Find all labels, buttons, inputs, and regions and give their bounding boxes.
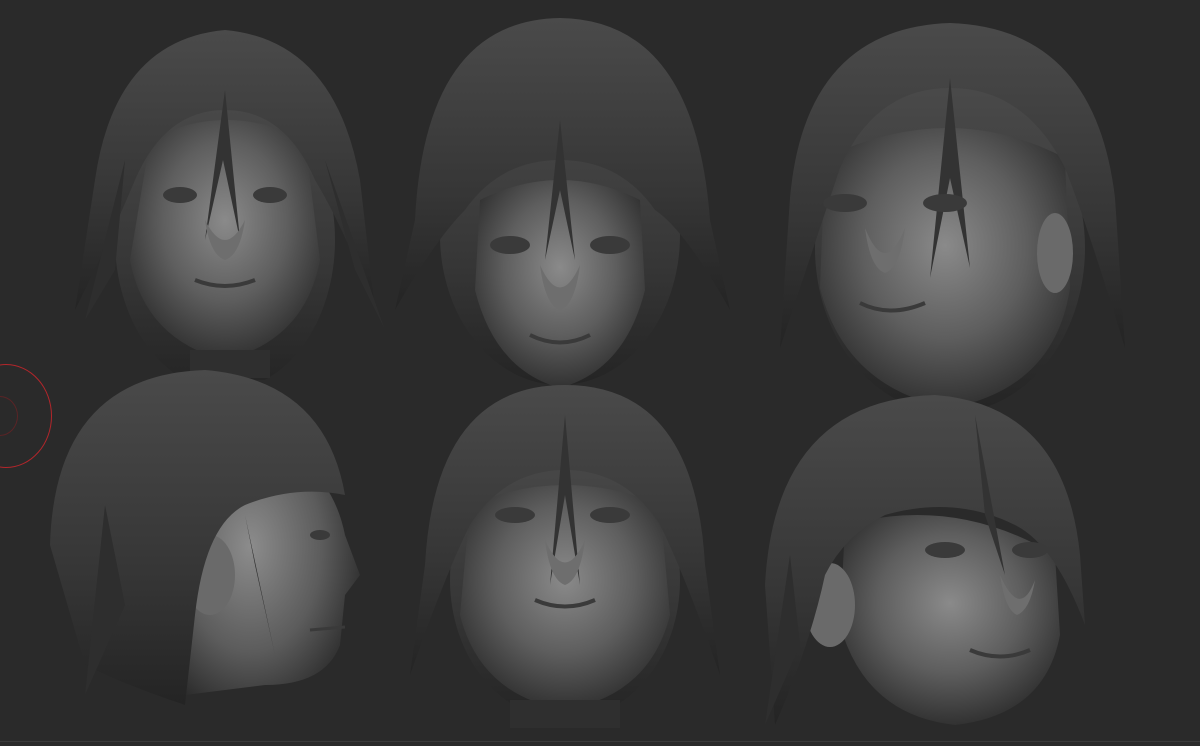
head-sculpt-right-profile[interactable] (45, 365, 365, 710)
head-sculpt-front-three-quarter[interactable] (765, 18, 1135, 418)
head-sculpt-three-quarter-left[interactable] (755, 395, 1095, 735)
head-sculpt-front-low-angle[interactable] (385, 10, 735, 390)
head-sculpt-front[interactable] (55, 10, 395, 380)
zbrush-viewport[interactable] (0, 0, 1200, 746)
head-sculpt-front-high-angle[interactable] (405, 385, 725, 730)
viewport-bottom-edge (0, 741, 1200, 742)
